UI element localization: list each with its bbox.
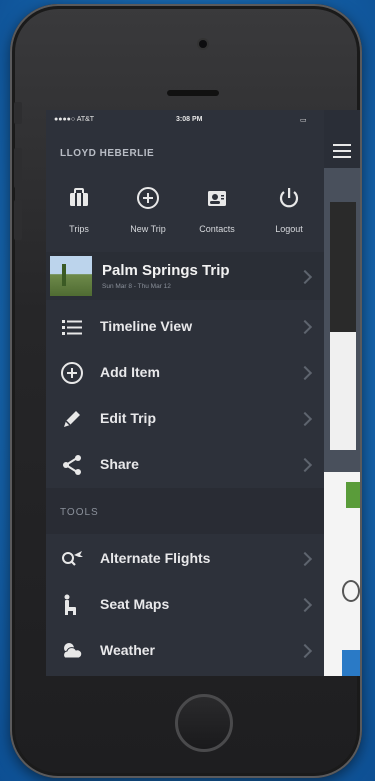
- menu-item-add-item[interactable]: Add Item: [46, 350, 324, 396]
- current-trip-row[interactable]: Palm Springs Trip Sun Mar 8 - Thu Mar 12: [46, 252, 324, 300]
- battery-icon: ▭: [300, 117, 307, 124]
- trips-label: Trips: [69, 224, 89, 234]
- new-trip-label: New Trip: [130, 224, 166, 234]
- main-content-peek[interactable]: [324, 110, 360, 676]
- chevron-right-icon: [297, 597, 313, 613]
- hamburger-menu-icon[interactable]: [333, 144, 351, 158]
- top-actions: Trips New Trip Contacts Logout: [46, 180, 324, 242]
- menu-item-label: Alternate Flights: [100, 550, 211, 566]
- menu-item-label: Timeline View: [100, 318, 193, 334]
- content-image: [330, 202, 356, 332]
- chevron-right-icon: [297, 269, 313, 285]
- tools-section-header: TOOLS: [46, 488, 324, 534]
- volume-down-button: [14, 200, 22, 240]
- trips-button[interactable]: Trips: [48, 180, 110, 242]
- status-time: 3:08 PM: [176, 116, 203, 123]
- new-trip-button[interactable]: New Trip: [117, 180, 179, 242]
- chevron-right-icon: [297, 551, 313, 567]
- side-menu: ●●●●○ AT&T 3:08 PM ▭ LLOYD HEBERLIE Trip…: [46, 110, 324, 676]
- contacts-button[interactable]: Contacts: [186, 180, 248, 242]
- tools-header-label: TOOLS: [60, 507, 99, 518]
- menu-item-edit-trip[interactable]: Edit Trip: [46, 396, 324, 442]
- content-blue-tile: [342, 650, 360, 676]
- seat-icon: [64, 594, 76, 615]
- contacts-label: Contacts: [199, 224, 235, 234]
- carrier-label: ●●●●○ AT&T: [54, 116, 95, 123]
- user-name: LLOYD HEBERLIE: [60, 148, 155, 159]
- menu-item-timeline[interactable]: Timeline View: [46, 304, 324, 350]
- share-icon: [63, 455, 81, 475]
- mute-switch: [14, 102, 22, 124]
- menu-item-label: Seat Maps: [100, 596, 170, 612]
- trip-title: Palm Springs Trip: [102, 262, 230, 279]
- menu-item-weather[interactable]: Weather: [46, 628, 324, 674]
- content-header: [324, 110, 360, 168]
- flight-search-icon: [62, 551, 83, 566]
- pencil-icon: [64, 411, 80, 427]
- logout-label: Logout: [275, 224, 303, 234]
- weather-icon: [63, 643, 83, 659]
- menu-item-alternate-flights[interactable]: Alternate Flights: [46, 536, 324, 582]
- menu-item-label: Weather: [100, 642, 155, 658]
- chevron-right-icon: [297, 365, 313, 381]
- briefcase-icon: [70, 188, 88, 206]
- menu-item-share[interactable]: Share: [46, 442, 324, 488]
- menu-item-label: Share: [100, 456, 139, 472]
- plus-circle-icon: [61, 362, 83, 384]
- menu-item-seat-maps[interactable]: Seat Maps: [46, 582, 324, 628]
- earpiece-speaker: [167, 90, 219, 96]
- contacts-icon: [208, 191, 226, 206]
- phone-screen: ●●●●○ AT&T 3:08 PM ▭ LLOYD HEBERLIE Trip…: [46, 110, 360, 676]
- menu-item-label: Add Item: [100, 364, 160, 380]
- chevron-right-icon: [297, 643, 313, 659]
- front-camera: [199, 40, 207, 48]
- list-icon: [62, 320, 82, 335]
- power-icon: [279, 188, 299, 208]
- chevron-right-icon: [297, 411, 313, 427]
- status-bar: ●●●●○ AT&T 3:08 PM ▭: [46, 110, 324, 130]
- trip-thumbnail: [50, 256, 92, 296]
- menu-item-label: Edit Trip: [100, 410, 156, 426]
- chevron-right-icon: [297, 457, 313, 473]
- trip-dates: Sun Mar 8 - Thu Mar 12: [102, 283, 171, 290]
- content-badge: [346, 482, 360, 508]
- plus-circle-icon: [137, 187, 159, 209]
- chevron-right-icon: [297, 319, 313, 335]
- content-circle-icon: [342, 580, 360, 602]
- home-button[interactable]: [175, 694, 233, 752]
- volume-up-button: [14, 148, 22, 188]
- phone-frame: ●●●●○ AT&T 3:08 PM ▭ LLOYD HEBERLIE Trip…: [10, 4, 362, 778]
- logout-button[interactable]: Logout: [258, 180, 320, 242]
